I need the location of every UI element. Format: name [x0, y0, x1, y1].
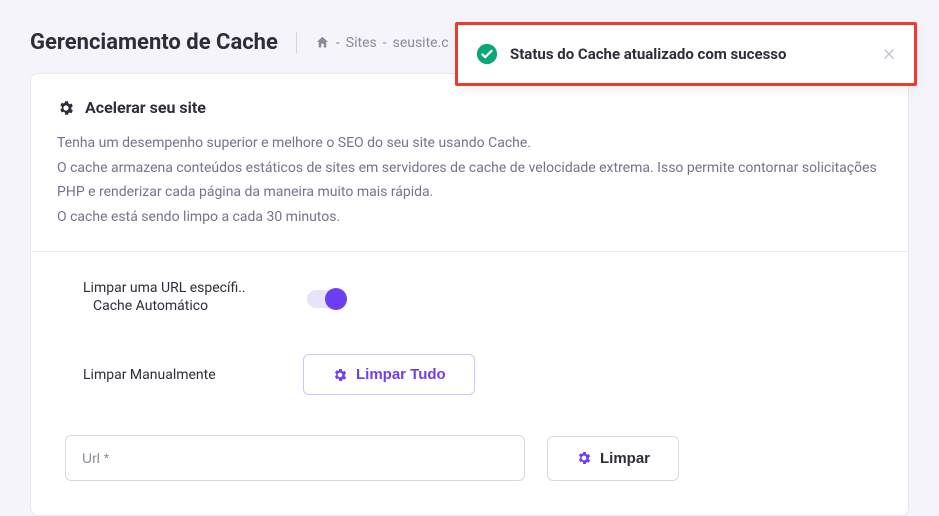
gear-icon [332, 367, 348, 383]
toggle-knob [325, 288, 347, 310]
breadcrumb[interactable]: - Sites - seusite.c [315, 35, 449, 51]
home-icon[interactable] [315, 35, 330, 50]
specific-url-label: Limpar uma URL específi.. [83, 280, 246, 296]
card-desc-line2: O cache armazena conteúdos estáticos de … [57, 156, 882, 205]
manual-clear-label: Limpar Manualmente [83, 367, 243, 383]
breadcrumb-sep: - [336, 35, 340, 51]
gear-icon [576, 450, 592, 466]
clear-all-button[interactable]: Limpar Tudo [303, 354, 475, 395]
auto-cache-row: Limpar uma URL específi.. Cache Automáti… [65, 280, 874, 320]
cache-card: Acelerar seu site Tenha um desempenho su… [30, 73, 909, 516]
card-desc-line1: Tenha um desempenho superior e melhore o… [57, 131, 882, 156]
gear-icon [57, 99, 75, 117]
card-intro: Acelerar seu site Tenha um desempenho su… [31, 74, 908, 251]
clear-button[interactable]: Limpar [547, 436, 679, 481]
header-divider [296, 32, 297, 54]
breadcrumb-item-site[interactable]: seusite.c [393, 35, 449, 51]
auto-cache-label: Cache Automático [93, 298, 208, 314]
clear-all-button-label: Limpar Tudo [356, 366, 446, 383]
card-title: Acelerar seu site [85, 98, 206, 117]
card-title-row: Acelerar seu site [57, 98, 882, 117]
check-circle-icon [476, 43, 498, 65]
close-icon[interactable] [882, 47, 896, 61]
url-input[interactable] [65, 435, 525, 481]
toast-message: Status do Cache atualizado com sucesso [510, 45, 870, 63]
card-body: Limpar uma URL específi.. Cache Automáti… [31, 252, 908, 515]
auto-cache-toggle[interactable] [307, 290, 345, 308]
page-title: Gerenciamento de Cache [30, 30, 278, 55]
breadcrumb-item-sites[interactable]: Sites [346, 35, 377, 51]
breadcrumb-sep: - [383, 35, 387, 51]
success-toast: Status do Cache atualizado com sucesso [455, 22, 917, 86]
url-clear-row: Limpar [65, 435, 874, 481]
manual-clear-row: Limpar Manualmente Limpar Tudo [65, 354, 874, 395]
clear-button-label: Limpar [600, 450, 650, 467]
card-desc-line3: O cache está sendo limpo a cada 30 minut… [57, 205, 882, 230]
